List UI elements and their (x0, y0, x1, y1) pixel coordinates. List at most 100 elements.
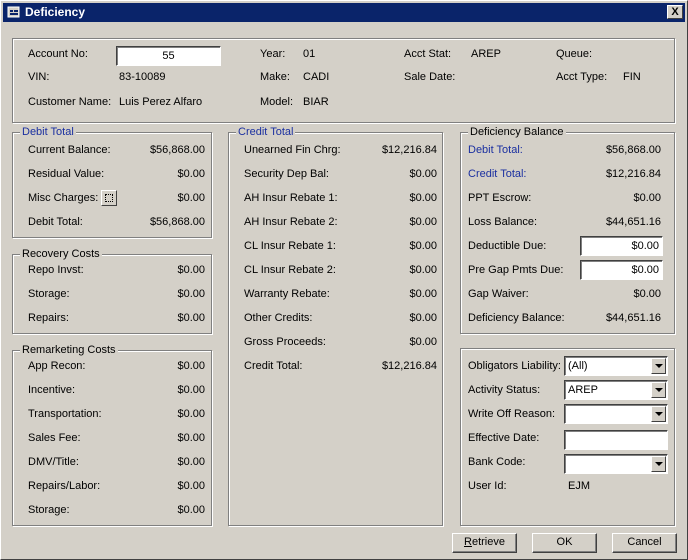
sales-fee-value: $0.00 (177, 432, 205, 444)
deficiency-balance-title: Deficiency Balance (468, 126, 566, 139)
deductible-due-label: Deductible Due: (468, 240, 547, 252)
window-title: Deficiency (25, 5, 86, 19)
ok-label: OK (556, 536, 573, 548)
acct-stat-value: AREP (471, 48, 501, 60)
other-credits-label: Other Credits: (244, 312, 313, 324)
storage-value: $0.00 (177, 288, 205, 300)
dmv-title-value: $0.00 (177, 456, 205, 468)
current-balance-value: $56,868.00 (149, 144, 205, 156)
deficiency-balance-group: Deficiency Balance (460, 126, 675, 334)
def-debit-total-value: $56,868.00 (605, 144, 661, 156)
security-dep-bal-value: $0.00 (409, 168, 437, 180)
cancel-button[interactable]: Cancel (612, 533, 677, 553)
make-label: Make: (260, 71, 290, 83)
debit-total-label: Debit Total: (28, 216, 83, 228)
ah-insur-rebate-2-label: AH Insur Rebate 2: (244, 216, 338, 228)
incentive-label: Incentive: (28, 384, 76, 396)
app-icon (7, 6, 20, 18)
dmv-title-label: DMV/Title: (28, 456, 79, 468)
loss-balance-label: Loss Balance: (468, 216, 538, 228)
gross-proceeds-label: Gross Proceeds: (244, 336, 326, 348)
debit-total-value: $56,868.00 (149, 216, 205, 228)
ppt-escrow-value: $0.00 (633, 192, 661, 204)
other-credits-value: $0.00 (409, 312, 437, 324)
deficiency-window: Deficiency X Account No: 55 VIN: 83-1008… (0, 0, 688, 560)
warranty-rebate-value: $0.00 (409, 288, 437, 300)
security-dep-bal-label: Security Dep Bal: (244, 168, 329, 180)
ah-insur-rebate-2-value: $0.00 (409, 216, 437, 228)
warranty-rebate-label: Warranty Rebate: (244, 288, 330, 300)
chevron-down-icon[interactable] (651, 358, 666, 374)
residual-value-label: Residual Value: (28, 168, 105, 180)
def-credit-total-value: $12,216.84 (605, 168, 661, 180)
loss-balance-value: $44,651.16 (605, 216, 661, 228)
ok-button[interactable]: OK (532, 533, 597, 553)
retrieve-button[interactable]: Retrieve (452, 533, 517, 553)
customer-name-value: Luis Perez Alfaro (119, 96, 203, 108)
chevron-down-icon[interactable] (651, 382, 666, 398)
activity-status-select[interactable]: AREP (564, 380, 668, 400)
unearned-fin-chrg-value: $12,216.84 (381, 144, 437, 156)
cancel-label: Cancel (627, 536, 662, 548)
misc-charges-label: Misc Charges: (28, 192, 99, 204)
title-bar: Deficiency X (3, 3, 685, 22)
repairs-labor-value: $0.00 (177, 480, 205, 492)
credit-total-label: Credit Total: (244, 360, 303, 372)
user-id-label: User Id: (468, 480, 507, 492)
write-off-reason-label: Write Off Reason: (468, 408, 556, 420)
make-value: CADI (303, 71, 330, 83)
repairs-value: $0.00 (177, 312, 205, 324)
account-no-label: Account No: (28, 48, 88, 60)
gap-waiver-value: $0.00 (633, 288, 661, 300)
deductible-due-input[interactable]: $0.00 (580, 236, 663, 256)
sales-fee-label: Sales Fee: (28, 432, 81, 444)
credit-total-value: $12,216.84 (381, 360, 437, 372)
repairs-labor-label: Repairs/Labor: (28, 480, 101, 492)
bank-code-label: Bank Code: (468, 456, 526, 468)
repo-invst-value: $0.00 (177, 264, 205, 276)
year-label: Year: (260, 48, 286, 60)
ah-insur-rebate-1-label: AH Insur Rebate 1: (244, 192, 338, 204)
app-recon-value: $0.00 (177, 360, 205, 372)
gap-waiver-label: Gap Waiver: (468, 288, 529, 300)
cl-insur-rebate-2-value: $0.00 (409, 264, 437, 276)
remarketing-costs-title: Remarketing Costs (20, 344, 118, 357)
effective-date-input[interactable] (564, 430, 668, 450)
repo-invst-label: Repo Invst: (28, 264, 84, 276)
credit-total-title: Credit Total (236, 126, 296, 139)
def-credit-total-label: Credit Total: (468, 168, 527, 180)
cl-insur-rebate-1-label: CL Insur Rebate 1: (244, 240, 336, 252)
acct-type-label: Acct Type: (556, 71, 608, 83)
effective-date-label: Effective Date: (468, 432, 540, 444)
transportation-value: $0.00 (177, 408, 205, 420)
write-off-reason-select[interactable] (564, 404, 668, 424)
acct-type-value: FIN (623, 71, 641, 83)
incentive-value: $0.00 (177, 384, 205, 396)
repairs-label: Repairs: (28, 312, 69, 324)
bank-code-select[interactable] (564, 454, 668, 474)
def-debit-total-label: Debit Total: (468, 144, 523, 156)
debit-total-title: Debit Total (20, 126, 76, 139)
cl-insur-rebate-2-label: CL Insur Rebate 2: (244, 264, 336, 276)
pre-gap-pmts-due-input[interactable]: $0.00 (580, 260, 663, 280)
deficiency-balance-label: Deficiency Balance: (468, 312, 565, 324)
pre-gap-pmts-due-label: Pre Gap Pmts Due: (468, 264, 564, 276)
unearned-fin-chrg-label: Unearned Fin Chrg: (244, 144, 341, 156)
queue-label: Queue: (556, 48, 593, 60)
close-button[interactable]: X (667, 5, 683, 19)
ah-insur-rebate-1-value: $0.00 (409, 192, 437, 204)
model-value: BIAR (303, 96, 329, 108)
gross-proceeds-value: $0.00 (409, 336, 437, 348)
residual-value-value: $0.00 (177, 168, 205, 180)
user-id-value: EJM (568, 480, 590, 492)
retrieve-label: etrieve (471, 536, 505, 548)
obligators-liability-select[interactable]: (All) (564, 356, 668, 376)
misc-charges-detail-button[interactable] (101, 190, 117, 206)
customer-name-label: Customer Name: (28, 96, 112, 108)
retrieve-accelerator: R (464, 536, 472, 548)
chevron-down-icon[interactable] (651, 406, 666, 422)
chevron-down-icon[interactable] (651, 456, 666, 472)
account-no-input[interactable]: 55 (116, 46, 221, 66)
recovery-costs-title: Recovery Costs (20, 248, 102, 261)
obligators-liability-label: Obligators Liability: (468, 360, 561, 372)
